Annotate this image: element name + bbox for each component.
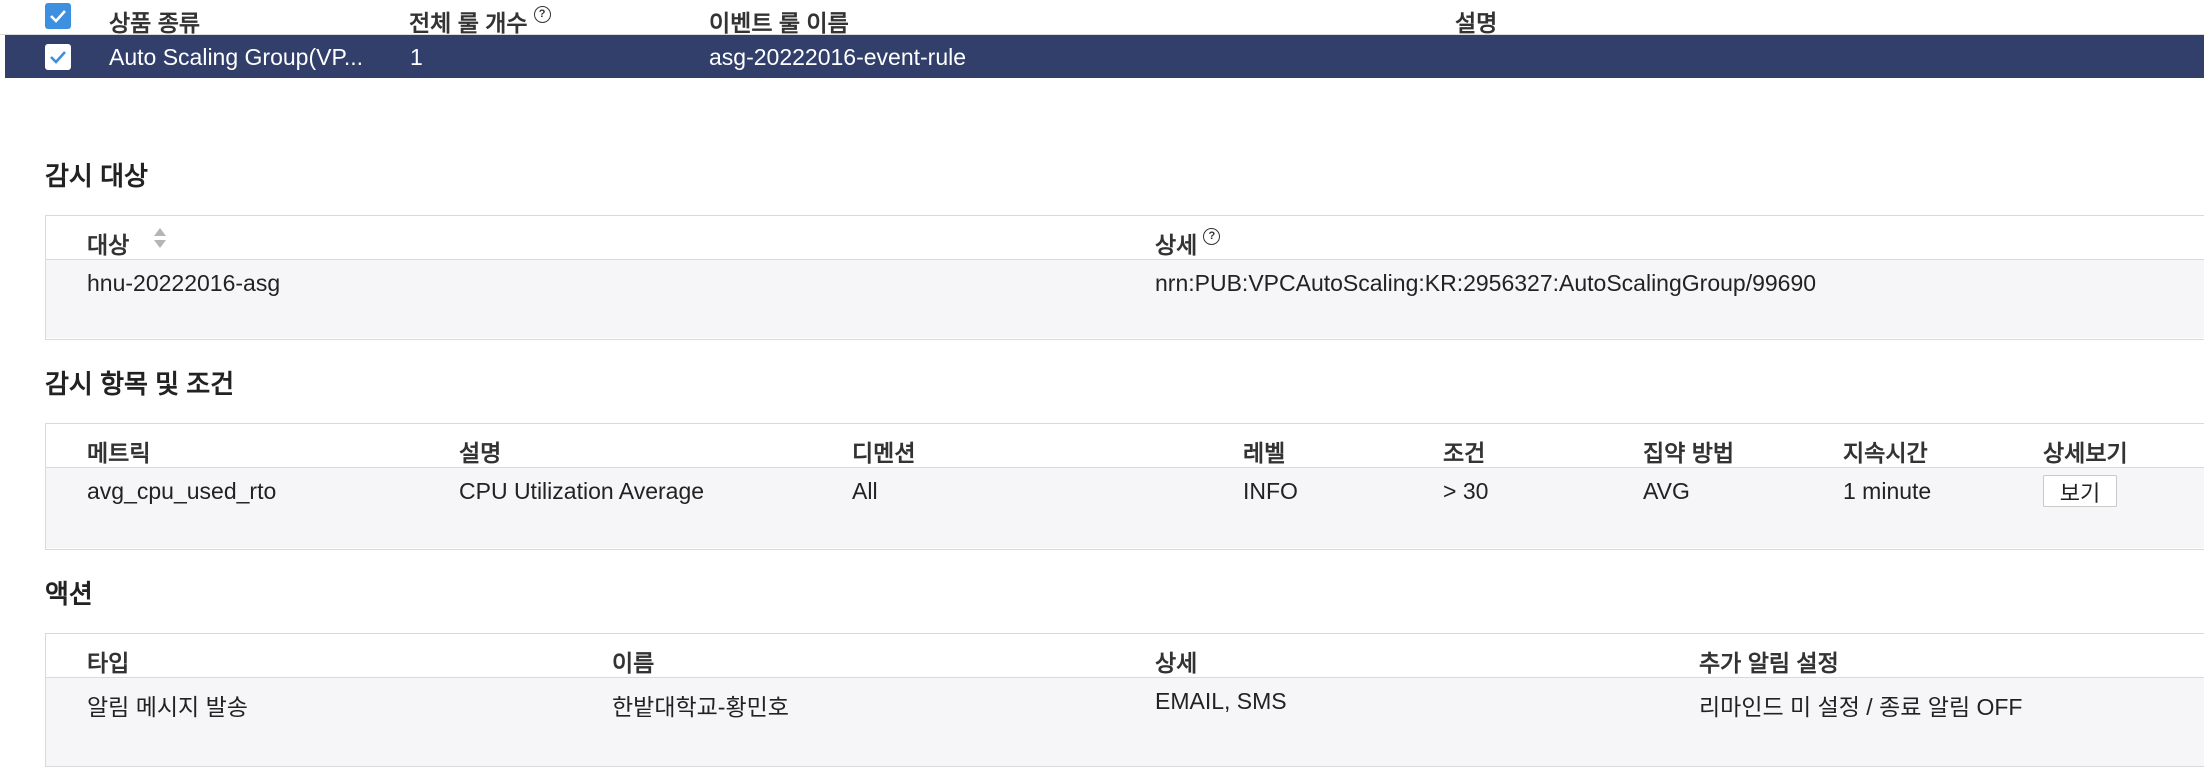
select-all-checkbox[interactable] [45, 3, 71, 29]
cell-aggregation: AVG [1643, 478, 1690, 504]
row-total-rules: 1 [410, 44, 423, 70]
col-detail-label: 상세 [1155, 232, 1198, 258]
col-metric: 메트릭 [87, 440, 151, 466]
col-description: 설명 [1455, 10, 1498, 36]
col-description: 설명 [459, 440, 502, 466]
cell-detail: EMAIL, SMS [1155, 688, 1287, 714]
col-aggregation: 집약 방법 [1643, 440, 1735, 466]
table-row: avg_cpu_used_rto CPU Utilization Average… [46, 468, 2204, 548]
cell-detail: nrn:PUB:VPCAutoScaling:KR:2956327:AutoSc… [1155, 270, 1817, 296]
actions-title: 액션 [45, 579, 93, 609]
table-row: 알림 메시지 발송 한밭대학교-황민호 EMAIL, SMS 리마인드 미 설정… [46, 678, 2204, 766]
monitoring-items-title: 감시 항목 및 조건 [45, 369, 235, 399]
cell-level: INFO [1243, 478, 1298, 504]
question-circle-icon[interactable]: ? [533, 6, 551, 23]
cell-target: hnu-20222016-asg [87, 270, 281, 296]
question-circle-icon[interactable]: ? [1203, 228, 1221, 245]
col-extra-alert: 추가 알림 설정 [1699, 650, 1839, 676]
cell-metric: avg_cpu_used_rto [87, 478, 277, 504]
col-event-rule-name: 이벤트 룰 이름 [709, 10, 849, 36]
table-header: 타입 이름 상세 추가 알림 설정 [46, 634, 2204, 678]
cell-description: CPU Utilization Average [459, 478, 705, 504]
monitoring-items-table: 메트릭 설명 디멘션 레벨 조건 집약 방법 지속시간 상세보기 avg_cpu… [45, 423, 2204, 550]
view-details-button[interactable]: 보기 [2043, 475, 2117, 507]
table-header: 메트릭 설명 디멘션 레벨 조건 집약 방법 지속시간 상세보기 [46, 424, 2204, 468]
selected-rule-row[interactable]: Auto Scaling Group(VP... 1 asg-20222016-… [5, 35, 2204, 78]
cell-dimension: All [852, 478, 878, 504]
checkmark-icon [50, 10, 66, 23]
cell-name: 한밭대학교-황민호 [612, 694, 789, 720]
cell-extra-alert: 리마인드 미 설정 / 종료 알림 OFF [1699, 694, 2023, 720]
cell-condition: > 30 [1443, 478, 1489, 504]
row-product-type: Auto Scaling Group(VP... [109, 44, 363, 70]
cell-type: 알림 메시지 발송 [87, 694, 248, 720]
rule-list-header: 상품 종류 전체 룰 개수? 이벤트 룰 이름 설명 [0, 0, 2204, 38]
col-duration: 지속시간 [1843, 440, 1928, 466]
col-condition: 조건 [1443, 440, 1486, 466]
sort-arrows-icon[interactable] [153, 226, 167, 250]
col-total-rules: 전체 룰 개수? [409, 4, 551, 38]
col-type: 타입 [87, 650, 130, 676]
col-level: 레벨 [1243, 440, 1286, 466]
checkmark-icon [50, 51, 66, 64]
col-dimension: 디멘션 [852, 440, 916, 466]
actions-table: 타입 이름 상세 추가 알림 설정 알림 메시지 발송 한밭대학교-황민호 EM… [45, 633, 2204, 767]
table-header: 대상 상세? [46, 216, 2204, 260]
monitoring-target-table: 대상 상세? hnu-20222016-asg nrn:PUB:VPCAutoS… [45, 215, 2204, 340]
col-details: 상세보기 [2043, 440, 2128, 466]
col-product-type: 상품 종류 [109, 10, 201, 36]
col-detail: 상세 [1155, 650, 1198, 676]
col-target[interactable]: 대상 [87, 226, 129, 260]
row-checkbox[interactable] [45, 44, 71, 70]
monitoring-target-title: 감시 대상 [45, 161, 148, 191]
col-detail: 상세? [1155, 226, 1221, 260]
table-row: hnu-20222016-asg nrn:PUB:VPCAutoScaling:… [46, 260, 2204, 338]
col-name: 이름 [612, 650, 655, 676]
cell-duration: 1 minute [1843, 478, 1932, 504]
col-total-rules-label: 전체 룰 개수 [409, 10, 528, 36]
row-event-rule-name: asg-20222016-event-rule [709, 44, 967, 70]
